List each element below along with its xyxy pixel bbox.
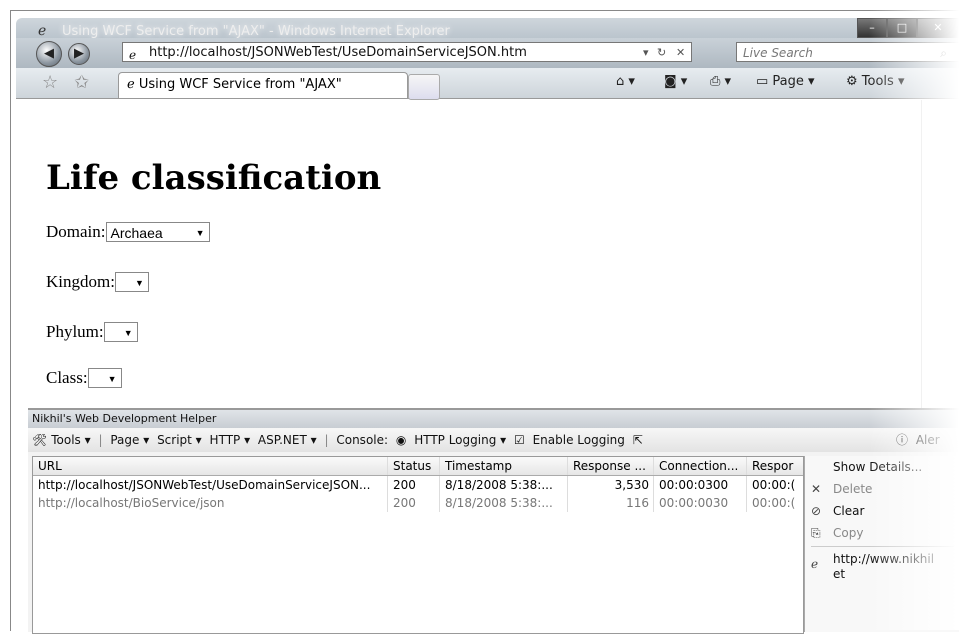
tab-page-icon: ℯ [127,77,139,92]
kingdom-row: Kingdom: ▼ [46,272,149,292]
dev-tools-menu[interactable]: Tools ▾ [51,433,90,447]
phylum-label: Phylum: [46,322,104,341]
alerts-button[interactable]: ⓘ Aler [896,428,944,452]
chevron-down-icon: ▼ [135,278,144,288]
page-title: Life classification [46,158,382,198]
navigation-bar: ◀ ▶ ℯ http://localhost/JSONWebTest/UseDo… [16,38,959,68]
chevron-down-icon: ▼ [107,374,117,384]
dropdown-arrow-icon[interactable]: ▾ [643,43,649,63]
page-content: Life classification Domain: Archaea ▼ Ki… [28,100,940,408]
menu-divider [811,546,954,547]
minimize-button[interactable]: – [857,18,887,38]
feeds-icon[interactable]: ◙ ▾ [664,74,687,89]
maximize-button[interactable]: □ [887,18,917,38]
http-logging-icon: ◉ [395,433,407,447]
cell-status: 200 [388,494,440,512]
tab-label: Using WCF Service from "AJAX" [138,77,342,92]
chevron-down-icon: ▼ [195,228,205,238]
http-log-table: URL Status Timestamp Response ... Connec… [32,456,804,634]
cell-url: http://localhost/JSONWebTest/UseDomainSe… [33,476,388,494]
menu-copy[interactable]: ⎘ Copy [805,522,959,544]
enable-logging-checkbox[interactable]: ☑ [514,433,525,447]
dev-aspnet-menu[interactable]: ASP.NET ▾ [258,433,317,447]
cell-response: 00:00:( [752,478,796,492]
cell-connection: 00:00:0300 [654,476,747,494]
back-button[interactable]: ◀ [36,41,62,67]
column-header-response[interactable]: Respor [747,457,803,475]
dev-helper-title: Nikhil's Web Development Helper [28,410,959,428]
class-label: Class: [46,368,88,387]
domain-value: Archaea [110,225,163,241]
tab-bar: ☆ ✩ ℯ Using WCF Service from "AJAX" ⌂ ▾ … [16,68,959,100]
cell-response-size: 3,530 [568,476,654,494]
class-row: Class: ▼ [46,368,122,388]
console-label: Console: [336,433,389,447]
page-scrollbar[interactable] [921,100,940,408]
column-header-status[interactable]: Status [388,457,440,475]
home-icon[interactable]: ⌂ ▾ [616,74,635,89]
chevron-down-icon: ▼ [123,328,133,338]
cell-url: http://localhost/BioService/json [33,494,388,512]
dev-script-menu[interactable]: Script ▾ [157,433,202,447]
delete-icon: ✕ [811,482,822,496]
search-icon[interactable]: ⌕ [940,43,947,63]
page-menu[interactable]: ▭ Page ▾ [756,74,815,89]
menu-delete[interactable]: ✕ Delete [805,478,959,500]
context-menu: Show Details... ✕ Delete ⊘ Clear ⎘ Copy ℯ ht… [804,456,959,632]
enable-logging-label: Enable Logging [532,433,625,447]
close-button[interactable]: ✕ [917,18,959,38]
cell-status: 200 [388,476,440,494]
tools-menu-icon[interactable]: 🛠 [32,433,47,447]
export-icon[interactable]: ⇱ [633,433,643,447]
column-header-url[interactable]: URL [33,457,388,475]
new-tab-button[interactable] [408,74,440,100]
favorites-star-icon[interactable]: ☆ [42,72,58,93]
column-header-connection[interactable]: Connection... [654,457,747,475]
phylum-row: Phylum: ▼ [46,322,138,342]
column-header-response-size[interactable]: Response ... [568,457,654,475]
dev-page-menu[interactable]: Page ▾ [110,433,149,447]
phylum-select[interactable]: ▼ [103,322,138,342]
menu-show-details[interactable]: Show Details... [805,456,959,478]
web-link-icon: ℯ [811,557,819,571]
domain-row: Domain: Archaea ▼ [46,222,210,242]
class-select[interactable]: ▼ [87,368,122,388]
dev-helper-panel: Nikhil's Web Development Helper 🛠 Tools ▾… [28,408,959,634]
tools-menu[interactable]: ⚙ Tools ▾ [846,74,904,89]
cell-response: 00:00:( [752,496,796,510]
forward-button[interactable]: ▶ [68,43,90,65]
window-title: Using WCF Service from "AJAX" - Windows … [62,24,450,39]
table-header: URL Status Timestamp Response ... Connec… [33,457,803,476]
stop-icon[interactable]: ✕ [676,43,685,63]
refresh-icon[interactable]: ↻ [657,43,666,63]
cell-timestamp: 8/18/2008 5:38:... [440,476,568,494]
info-icon: ⓘ [896,433,912,447]
kingdom-label: Kingdom: [46,272,115,291]
search-input[interactable]: Live Search ⌕ [736,42,959,62]
cell-timestamp: 8/18/2008 5:38:... [440,494,568,512]
menu-clear[interactable]: ⊘ Clear [805,500,959,522]
add-favorites-icon[interactable]: ✩ [74,72,89,93]
dev-helper-toolbar: 🛠 Tools ▾ | Page ▾ Script ▾ HTTP ▾ ASP.NE… [28,428,959,452]
address-text: http://localhost/JSONWebTest/UseDomainSe… [149,45,527,60]
domain-select[interactable]: Archaea ▼ [105,222,210,242]
address-bar[interactable]: ℯ http://localhost/JSONWebTest/UseDomain… [122,42,692,62]
tab-active[interactable]: ℯ Using WCF Service from "AJAX" [118,72,408,98]
ie-logo-icon: ℯ [38,23,47,39]
column-header-timestamp[interactable]: Timestamp [440,457,568,475]
copy-icon: ⎘ [811,526,821,540]
domain-label: Domain: [46,222,106,241]
print-icon[interactable]: ⎙ ▾ [710,74,731,89]
http-logging-menu[interactable]: HTTP Logging ▾ [414,433,506,447]
kingdom-select[interactable]: ▼ [114,272,149,292]
cell-connection: 00:00:0030 [654,494,747,512]
table-row[interactable]: http://localhost/JSONWebTest/UseDomainSe… [33,476,803,494]
clear-icon: ⊘ [811,504,822,518]
table-row[interactable]: http://localhost/BioService/json 200 8/1… [33,494,803,512]
search-placeholder: Live Search [743,46,813,60]
dev-http-menu[interactable]: HTTP ▾ [210,433,251,447]
page-icon: ℯ [129,48,137,62]
cell-response-size: 116 [568,494,654,512]
menu-link[interactable]: ℯ http://www.nikhil et [805,549,959,586]
